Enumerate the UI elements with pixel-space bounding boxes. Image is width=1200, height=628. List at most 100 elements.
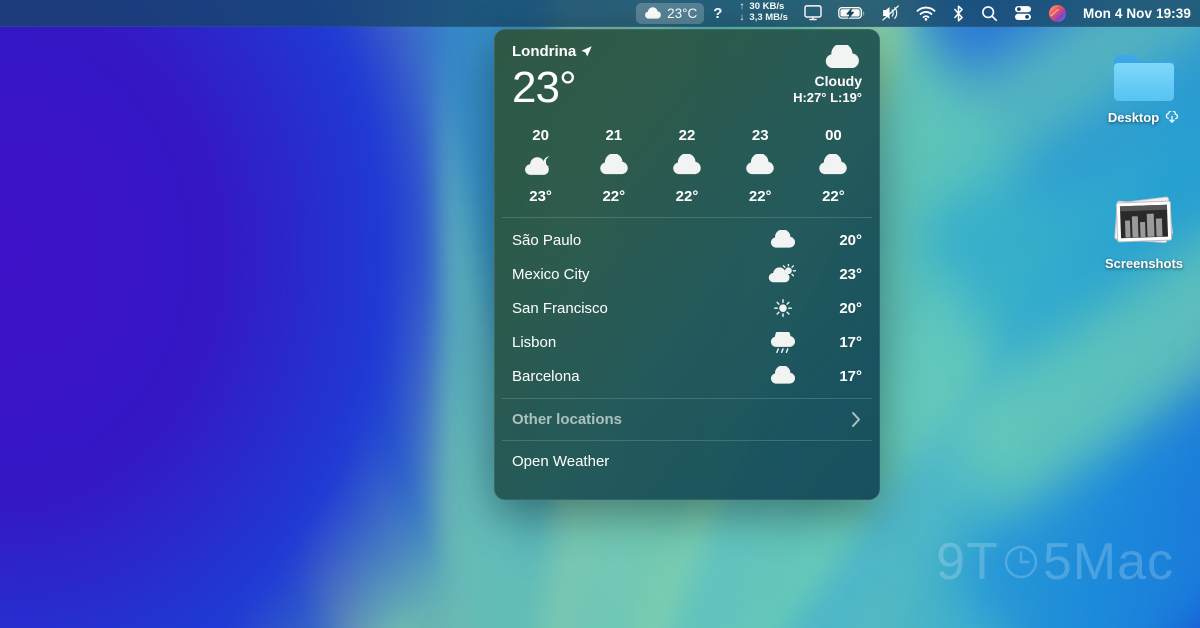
city-name: Lisbon — [512, 333, 557, 351]
desktop-screen: Desktop Screenshots 9T 5Mac 23°C ? ↑ 30 … — [0, 0, 1200, 628]
menubar-weather-temp: 23°C — [667, 5, 698, 21]
city-name: São Paulo — [512, 231, 582, 249]
city-list-item[interactable]: São Paulo 20° — [494, 223, 880, 257]
other-locations-row[interactable]: Other locations — [494, 399, 880, 440]
wifi-icon — [916, 6, 936, 21]
menubar-bluetooth-item[interactable] — [945, 3, 972, 24]
hourly-hour-label: 22 — [678, 127, 696, 144]
location-arrow-icon — [581, 46, 592, 57]
cloud-icon — [770, 365, 796, 384]
menubar-spotlight-item[interactable] — [974, 3, 1005, 24]
hourly-temp: 22° — [822, 188, 845, 205]
watermark-text-after: 5Mac — [1042, 533, 1174, 591]
folder-icon — [1114, 55, 1175, 101]
moon-cloud-icon — [524, 156, 550, 175]
help-icon: ? — [713, 4, 723, 22]
desktop-icon-screenshots-folder[interactable]: Screenshots — [1084, 192, 1200, 271]
hourly-forecast-row: 20 23° 21 22° 22 22° 23 22° 00 22° — [494, 123, 880, 217]
hourly-forecast-item: 22 22° — [650, 127, 723, 205]
desktop-icon-label: Screenshots — [1104, 256, 1184, 271]
cloud-icon — [645, 7, 661, 19]
hourly-forecast-item: 23 22° — [724, 127, 797, 205]
chevron-right-icon — [852, 412, 860, 427]
city-temp: 20° — [839, 299, 862, 317]
cloud-icon — [600, 154, 628, 175]
hourly-hour-label: 20 — [532, 127, 549, 144]
other-locations-label: Other locations — [512, 411, 623, 428]
hourly-forecast-item: 00 22° — [797, 127, 870, 205]
city-list-item[interactable]: Lisbon 17° — [494, 325, 880, 359]
menu-bar: 23°C ? ↑ 30 KB/s ↓ 3,3 MB/s Mon 4 Nov 19… — [0, 0, 1200, 27]
display-icon — [804, 5, 822, 21]
control-center-icon — [1014, 6, 1031, 21]
cloud-icon — [746, 154, 774, 175]
hourly-hour-label: 23 — [751, 127, 769, 144]
menubar-sound-item[interactable] — [874, 3, 907, 24]
rain-cloud-icon — [770, 331, 796, 353]
photo-stack-icon — [1114, 196, 1174, 243]
menubar-siri-item[interactable] — [1041, 3, 1074, 24]
open-weather-row[interactable]: Open Weather — [494, 441, 880, 482]
battery-charging-icon — [838, 7, 865, 19]
network-speed-readout: ↑ 30 KB/s ↓ 3,3 MB/s — [738, 1, 788, 24]
menubar-control-center-item[interactable] — [1007, 3, 1039, 24]
city-weather-icon-wrap — [756, 263, 810, 285]
cloud-icon — [825, 45, 859, 69]
desktop-icon-label: Desktop — [1107, 110, 1180, 125]
siri-icon — [1048, 4, 1067, 22]
menubar-wifi-item[interactable] — [909, 3, 943, 24]
menubar-battery-item[interactable] — [831, 3, 872, 24]
menubar-help-item[interactable]: ? — [706, 3, 729, 24]
clock-icon — [1004, 545, 1038, 579]
menubar-display-item[interactable] — [797, 3, 829, 24]
current-condition-block: Cloudy H:27° L:19° — [793, 45, 862, 105]
weather-panel-header: Londrina 23° Cloudy H:27° L:19° — [494, 29, 880, 123]
city-list-item[interactable]: Barcelona 17° — [494, 359, 880, 393]
current-location-name: Londrina — [512, 43, 577, 60]
watermark-text-before: 9T — [936, 533, 999, 591]
sun-icon — [774, 298, 792, 317]
sun-cloud-icon — [768, 263, 797, 282]
hourly-forecast-item: 21 22° — [577, 127, 650, 205]
desktop-icon-desktop-folder[interactable]: Desktop — [1084, 50, 1200, 125]
search-icon — [982, 5, 998, 21]
city-weather-icon-wrap — [756, 331, 810, 353]
open-weather-label: Open Weather — [512, 453, 610, 470]
network-download-value: 3,3 MB/s — [749, 12, 788, 24]
city-name: San Francisco — [512, 299, 608, 317]
city-temp: 23° — [839, 265, 862, 283]
speaker-mute-icon — [882, 5, 899, 21]
city-list-item[interactable]: Mexico City 23° — [494, 257, 880, 291]
cloud-icon — [770, 229, 796, 248]
hourly-temp: 22° — [675, 188, 699, 205]
hourly-hour-label: 00 — [825, 127, 842, 144]
menubar-clock-text: Mon 4 Nov 19:39 — [1082, 5, 1191, 21]
icloud-download-icon — [1165, 111, 1179, 123]
city-temp: 20° — [839, 231, 862, 249]
weather-menu-panel: Londrina 23° Cloudy H:27° L:19° 20 23° 21 2… — [494, 29, 880, 500]
city-list: São Paulo 20° Mexico City 23° San Francisco 2… — [494, 218, 880, 398]
desktop-icon-label-text: Screenshots — [1104, 256, 1184, 271]
current-high-low: H:27° L:19° — [793, 90, 862, 105]
network-upload-value: 30 KB/s — [749, 1, 785, 13]
current-condition-label: Cloudy — [814, 73, 862, 89]
bluetooth-icon — [954, 4, 963, 22]
desktop-icon-label-text: Desktop — [1107, 110, 1160, 125]
cloud-icon — [819, 154, 848, 175]
city-name: Barcelona — [512, 367, 580, 385]
city-temp: 17° — [839, 367, 862, 385]
city-list-item[interactable]: San Francisco 20° — [494, 291, 880, 325]
cloud-icon — [673, 154, 701, 175]
hourly-forecast-item: 20 23° — [504, 127, 577, 205]
arrow-down-icon: ↓ — [739, 12, 745, 23]
menubar-network-speed-item[interactable]: ↑ 30 KB/s ↓ 3,3 MB/s — [731, 1, 795, 24]
menubar-clock[interactable]: Mon 4 Nov 19:39 — [1076, 3, 1193, 24]
city-temp: 17° — [839, 333, 862, 351]
city-weather-icon-wrap — [756, 229, 810, 251]
city-weather-icon-wrap — [756, 298, 810, 319]
hourly-hour-label: 21 — [605, 127, 623, 144]
hourly-temp: 23° — [529, 188, 552, 205]
site-watermark: 9T 5Mac — [936, 532, 1174, 592]
menubar-weather-status-item[interactable]: 23°C — [636, 2, 705, 24]
city-name: Mexico City — [512, 265, 590, 283]
